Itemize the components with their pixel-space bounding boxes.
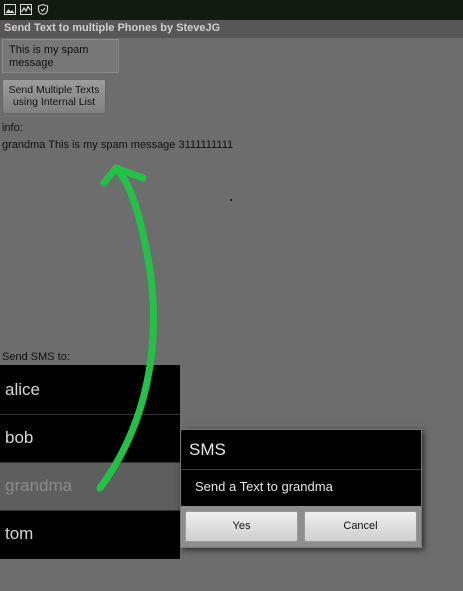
app-title: Send Text to multiple Phones by SteveJG	[4, 22, 221, 34]
shield-icon	[37, 4, 49, 15]
cancel-button[interactable]: Cancel	[304, 511, 417, 542]
send-multiple-texts-button[interactable]: Send Multiple Texts using Internal List	[2, 79, 106, 114]
list-item-label: tom	[5, 524, 34, 543]
contact-list: alice bob grandma tom	[0, 365, 180, 559]
status-bar	[0, 0, 463, 20]
dialog-message: Send a Text to grandma	[195, 479, 333, 494]
yes-button[interactable]: Yes	[185, 511, 298, 542]
list-item-alice[interactable]: alice	[0, 367, 180, 414]
app-title-bar: Send Text to multiple Phones by SteveJG	[0, 20, 463, 38]
list-item-bob[interactable]: bob	[0, 415, 180, 462]
list-item-label: grandma	[5, 476, 73, 495]
image-icon	[4, 4, 16, 15]
activity-icon	[20, 4, 32, 15]
sms-dialog: SMS Send a Text to grandma Yes Cancel	[180, 429, 422, 548]
dialog-separator	[181, 469, 421, 470]
dialog-button-bar: Yes Cancel	[181, 506, 421, 547]
list-item-label: bob	[5, 428, 34, 447]
info-content: grandma This is my spam message 31111111…	[2, 139, 234, 151]
send-sms-to-label: Send SMS to:	[2, 351, 70, 363]
message-textbox[interactable]: This is my spam message	[2, 39, 119, 73]
list-item-grandma[interactable]: grandma	[0, 463, 180, 510]
dialog-title: SMS	[189, 440, 226, 459]
dot-artifact	[230, 199, 232, 201]
list-item-tom[interactable]: tom	[0, 511, 180, 558]
list-item-label: alice	[5, 380, 40, 399]
info-label: info:	[2, 122, 23, 134]
